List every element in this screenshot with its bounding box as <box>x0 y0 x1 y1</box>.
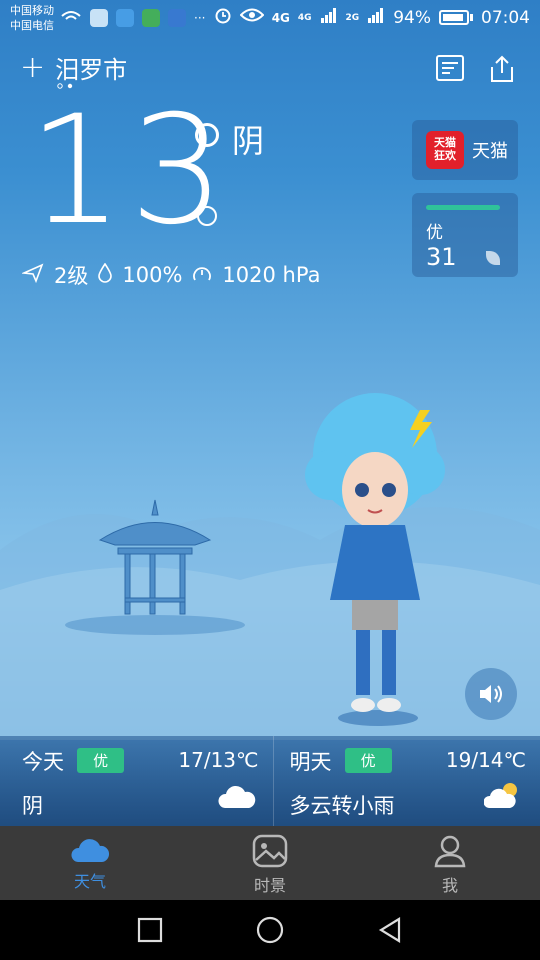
eye-icon <box>239 7 265 28</box>
circle-icon <box>256 916 284 944</box>
status-bar: 中国移动 中国电信 ··· 4G 4G 2G 94% 07:04 <box>0 0 540 38</box>
image-icon <box>252 834 288 868</box>
cloud-icon <box>217 784 257 814</box>
tab-scenery[interactable]: 时景 <box>180 826 360 900</box>
battery-icon <box>439 10 469 25</box>
aqi-label: 优 <box>426 223 443 243</box>
speaker-icon <box>480 685 502 703</box>
app-notification-icon <box>142 8 160 27</box>
carrier-info: 中国移动 中国电信 <box>10 3 54 33</box>
recent-apps-button[interactable] <box>136 916 164 944</box>
current-condition: 阴 <box>232 122 265 160</box>
tab-label: 天气 <box>73 872 106 891</box>
tmall-ad-card[interactable]: 天猫 狂欢 天猫 <box>412 120 518 180</box>
person-icon <box>434 835 466 868</box>
aqi-bar <box>426 205 500 210</box>
carrier-1: 中国移动 <box>10 4 54 17</box>
humidity-icon <box>98 262 113 288</box>
back-button[interactable] <box>376 916 404 944</box>
forecast-today[interactable]: 今天 优 17/13℃ 阴 <box>0 736 273 826</box>
tab-label: 时景 <box>253 876 286 895</box>
forecast-panel: 今天 优 17/13℃ 阴 明天 优 19/14℃ 多云转小雨 <box>0 736 540 826</box>
humidity-value: 100% <box>122 263 183 287</box>
degree-symbol <box>195 123 219 147</box>
news-button[interactable] <box>436 55 466 85</box>
island <box>65 615 245 635</box>
home-button[interactable] <box>256 916 284 944</box>
bottom-tab-bar: 天气 时景 我 <box>0 826 540 900</box>
wind-level: 2级 <box>54 264 89 288</box>
network-type-1-sub: 4G <box>297 12 312 23</box>
status-right: 4G 4G 2G 94% 07:04 <box>214 6 530 29</box>
forecast-day: 明天 <box>289 750 332 774</box>
app-notification-icon <box>90 8 108 27</box>
current-metrics: 2级 100% 1020 hPa <box>20 260 321 290</box>
share-button[interactable] <box>488 55 518 85</box>
speaker-button[interactable] <box>465 668 517 720</box>
triangle-back-icon <box>378 917 401 943</box>
cloud-icon <box>71 839 110 862</box>
forecast-tomorrow[interactable]: 明天 优 19/14℃ 多云转小雨 <box>272 736 540 826</box>
partly-cloudy-icon <box>483 780 524 814</box>
battery-cap <box>470 14 473 21</box>
signal-icon <box>320 7 338 28</box>
notification-icons: ··· <box>60 8 205 27</box>
alarm-icon <box>214 6 232 29</box>
tab-weather[interactable]: 天气 <box>0 826 180 900</box>
more-notifications-icon: ··· <box>194 10 206 25</box>
network-type-1: 4G <box>271 10 290 25</box>
pressure-icon <box>192 263 212 288</box>
carrier-2: 中国电信 <box>10 19 54 32</box>
forecast-aqi-badge: 优 <box>344 748 392 773</box>
tab-label: 我 <box>441 876 458 895</box>
chat-icon[interactable] <box>197 206 217 226</box>
city-name[interactable]: 汨罗市 <box>55 50 127 85</box>
forecast-temp-range: 17/13℃ <box>178 748 259 772</box>
wifi-sync-icon <box>60 8 82 27</box>
tmall-label: 天猫 <box>472 141 508 162</box>
tab-me[interactable]: 我 <box>360 826 540 900</box>
square-icon <box>137 917 163 943</box>
add-city-button[interactable]: + <box>20 52 45 83</box>
battery-percent: 94% <box>393 7 431 28</box>
app-notification-icon <box>116 8 134 27</box>
air-quality-card[interactable]: 优 31 <box>412 193 518 277</box>
share-icon <box>491 55 513 82</box>
wind-icon <box>20 262 44 288</box>
scenery-illustration <box>0 393 540 740</box>
mountains <box>0 561 540 740</box>
forecast-day: 今天 <box>22 750 64 774</box>
tmall-logo: 天猫 狂欢 <box>426 131 464 169</box>
app-notification-icon <box>168 8 186 27</box>
location-header: + 汨罗市 <box>20 50 127 85</box>
weather-screen: 中国移动 中国电信 ··· 4G 4G 2G 94% 07:04 + 汨罗市 1… <box>0 0 540 960</box>
forecast-temp-range: 19/14℃ <box>445 748 526 772</box>
network-type-2: 2G <box>345 12 360 23</box>
news-icon <box>436 55 464 81</box>
pressure-value: 1020 hPa <box>222 263 321 287</box>
clock: 07:04 <box>481 7 530 28</box>
system-nav-bar <box>0 900 540 960</box>
forecast-aqi-badge: 优 <box>77 748 125 773</box>
signal-icon <box>367 7 385 28</box>
